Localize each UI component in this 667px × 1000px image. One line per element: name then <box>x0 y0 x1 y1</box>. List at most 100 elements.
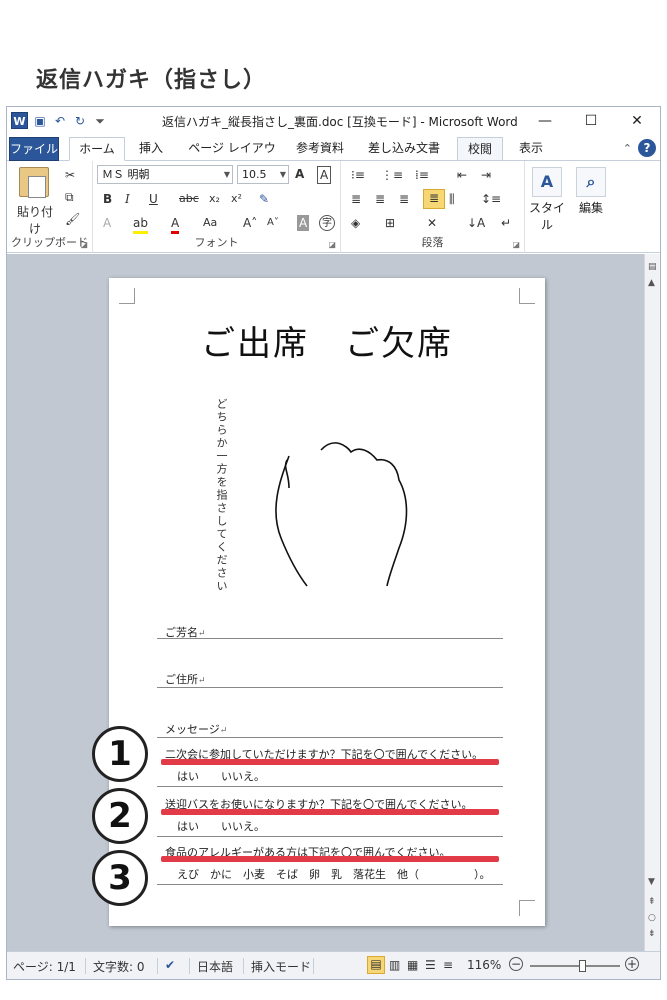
ribbon-collapse-icon[interactable]: ⌃ <box>623 142 632 155</box>
page-count[interactable]: ページ: 1/1 <box>13 958 76 975</box>
sort-icon[interactable]: ↓A <box>467 215 485 231</box>
language[interactable]: 日本語 <box>197 958 233 975</box>
tab-insert[interactable]: 挿入 <box>131 137 171 161</box>
zoom-level[interactable]: 116% <box>467 958 501 972</box>
proofing-icon[interactable]: ✔ <box>165 958 175 972</box>
tab-references[interactable]: 参考資料 <box>291 137 349 161</box>
strikethrough-icon[interactable]: abc <box>179 191 199 207</box>
crop-mark <box>519 900 535 916</box>
tab-file[interactable]: ファイル <box>9 137 59 161</box>
zoom-slider-thumb[interactable] <box>579 960 587 972</box>
show-marks-icon[interactable]: ↵ <box>501 215 511 231</box>
multilevel-list-icon[interactable]: ⁞≡ <box>415 167 429 183</box>
paste-button[interactable]: 貼り付け <box>13 203 57 237</box>
font-group: ＭＳ 明朝 ▼ 10.5 ▼ A A B I U abc x₂ x² ✎ A ab … <box>93 161 341 253</box>
word-count[interactable]: 文字数: 0 <box>93 958 145 975</box>
shrink-font-size-icon[interactable]: A˅ <box>267 215 279 231</box>
previous-page-icon[interactable]: ⇞ <box>648 897 656 907</box>
grow-font-size-icon[interactable]: A˄ <box>243 215 257 231</box>
align-left-icon[interactable]: ≣ <box>351 191 361 207</box>
undo-icon[interactable]: ↶ <box>52 113 68 129</box>
distributed-icon[interactable]: ⫼ <box>449 191 455 207</box>
align-right-icon[interactable]: ≣ <box>399 191 409 207</box>
zoom-in-icon[interactable]: + <box>625 957 639 971</box>
subscript-icon[interactable]: x₂ <box>209 191 220 207</box>
scroll-up-icon[interactable]: ▲ <box>648 278 655 288</box>
bold-icon[interactable]: B <box>103 191 112 207</box>
maximize-button[interactable]: ☐ <box>568 107 614 135</box>
title-bar: W ▣ ↶ ↻ ⏷ 返信ハガキ_縦長指さし_裏面.doc [互換モード] - M… <box>7 107 660 135</box>
page-heading: 返信ハガキ（指さし） <box>36 68 267 93</box>
ribbon: 貼り付け ✂ ⧉ 🖌 クリップボード ◪ ＭＳ 明朝 ▼ 10.5 ▼ A A B … <box>7 161 660 253</box>
grow-font-icon[interactable]: A <box>295 166 304 182</box>
paste-icon[interactable] <box>19 167 49 198</box>
cut-icon[interactable]: ✂ <box>65 167 75 183</box>
word-window: W ▣ ↶ ↻ ⏷ 返信ハガキ_縦長指さし_裏面.doc [互換モード] - M… <box>6 106 661 980</box>
superscript-icon[interactable]: x² <box>231 191 242 207</box>
clipboard-launcher-icon[interactable]: ◪ <box>80 240 88 249</box>
tab-page-layout[interactable]: ページ レイアウト <box>183 137 281 177</box>
italic-icon[interactable]: I <box>125 191 130 207</box>
enclose-character-icon[interactable]: 字 <box>319 215 335 231</box>
zoom-slider[interactable] <box>530 960 620 972</box>
status-bar: ページ: 1/1 文字数: 0 ✔ 日本語 挿入モード ▤ ▥ ▦ ☰ ≡ 11… <box>7 951 660 979</box>
minimize-button[interactable]: — <box>522 107 568 135</box>
browse-object-icon[interactable]: ○ <box>648 913 656 923</box>
full-screen-reading-icon[interactable]: ▥ <box>389 958 400 972</box>
character-shading-icon[interactable]: A <box>297 215 310 231</box>
chevron-down-icon: ▼ <box>223 170 230 179</box>
crop-mark <box>519 288 535 304</box>
numbering-icon[interactable]: ⋮≡ <box>381 167 403 183</box>
name-line <box>157 638 503 639</box>
align-center-icon[interactable]: ≣ <box>375 191 385 207</box>
asian-layout-icon[interactable]: ✕ <box>427 215 437 231</box>
draft-icon[interactable]: ≡ <box>443 958 453 972</box>
save-icon[interactable]: ▣ <box>32 113 48 129</box>
ruler-toggle-icon[interactable]: ▤ <box>648 262 657 272</box>
document-area[interactable]: ご出席 ご欠席 どちらか一方を指さしてください ご芳名↵ ご住所↵ メッセージ↵… <box>7 254 645 953</box>
separator-line <box>157 836 503 837</box>
close-button[interactable]: ✕ <box>614 107 660 135</box>
increase-indent-icon[interactable]: ⇥ <box>481 167 491 183</box>
copy-icon[interactable]: ⧉ <box>65 189 74 205</box>
insert-mode[interactable]: 挿入モード <box>251 958 311 975</box>
clear-format-icon[interactable]: ✎ <box>259 191 269 207</box>
customize-qat-icon[interactable]: ⏷ <box>92 113 108 129</box>
font-color-icon[interactable]: A <box>171 215 180 234</box>
line-spacing-icon[interactable]: ↕≡ <box>481 191 501 207</box>
print-layout-icon[interactable]: ▤ <box>367 956 385 974</box>
highlight-icon[interactable]: ab <box>133 215 148 234</box>
change-case-icon[interactable]: Aa <box>203 215 217 231</box>
outline-icon[interactable]: ☰ <box>425 958 436 972</box>
font-size-combo[interactable]: 10.5 ▼ <box>237 165 289 184</box>
zoom-out-icon[interactable]: − <box>509 957 523 971</box>
scroll-down-icon[interactable]: ▼ <box>648 877 655 887</box>
highlight-line-1 <box>161 759 499 765</box>
next-page-icon[interactable]: ⇟ <box>648 929 656 939</box>
paragraph-launcher-icon[interactable]: ◪ <box>512 240 520 249</box>
tab-review[interactable]: 校閲 <box>457 137 503 161</box>
tab-mailings[interactable]: 差し込み文書 <box>363 137 445 161</box>
styles-button[interactable]: A スタイル <box>525 167 569 233</box>
justify-icon[interactable]: ≣ <box>423 189 445 209</box>
bullets-icon[interactable]: ⁝≡ <box>351 167 365 183</box>
redo-icon[interactable]: ↻ <box>72 113 88 129</box>
help-icon[interactable]: ? <box>638 139 656 157</box>
shading-icon[interactable]: ◈ <box>351 215 360 231</box>
editing-button[interactable]: ⌕ 編集 <box>571 167 611 216</box>
word-logo-icon[interactable]: W <box>11 112 28 129</box>
web-layout-icon[interactable]: ▦ <box>407 958 418 972</box>
decrease-indent-icon[interactable]: ⇤ <box>457 167 467 183</box>
font-name-combo[interactable]: ＭＳ 明朝 ▼ <box>97 165 233 184</box>
tab-view[interactable]: 表示 <box>511 137 551 161</box>
borders-icon[interactable]: ⊞ <box>385 215 395 231</box>
character-border-icon[interactable]: A <box>317 166 332 184</box>
text-effects-icon[interactable]: A <box>103 215 111 231</box>
font-launcher-icon[interactable]: ◪ <box>328 240 336 249</box>
clipboard-group-label: クリップボード <box>11 236 88 249</box>
underline-icon[interactable]: U <box>149 191 158 207</box>
document-page[interactable]: ご出席 ご欠席 どちらか一方を指さしてください ご芳名↵ ご住所↵ メッセージ↵… <box>109 278 545 926</box>
vertical-scrollbar[interactable]: ▤ ▲ ▼ ⇞ ○ ⇟ <box>644 254 660 953</box>
tab-home[interactable]: ホーム <box>69 137 125 161</box>
format-painter-icon[interactable]: 🖌 <box>65 211 80 227</box>
